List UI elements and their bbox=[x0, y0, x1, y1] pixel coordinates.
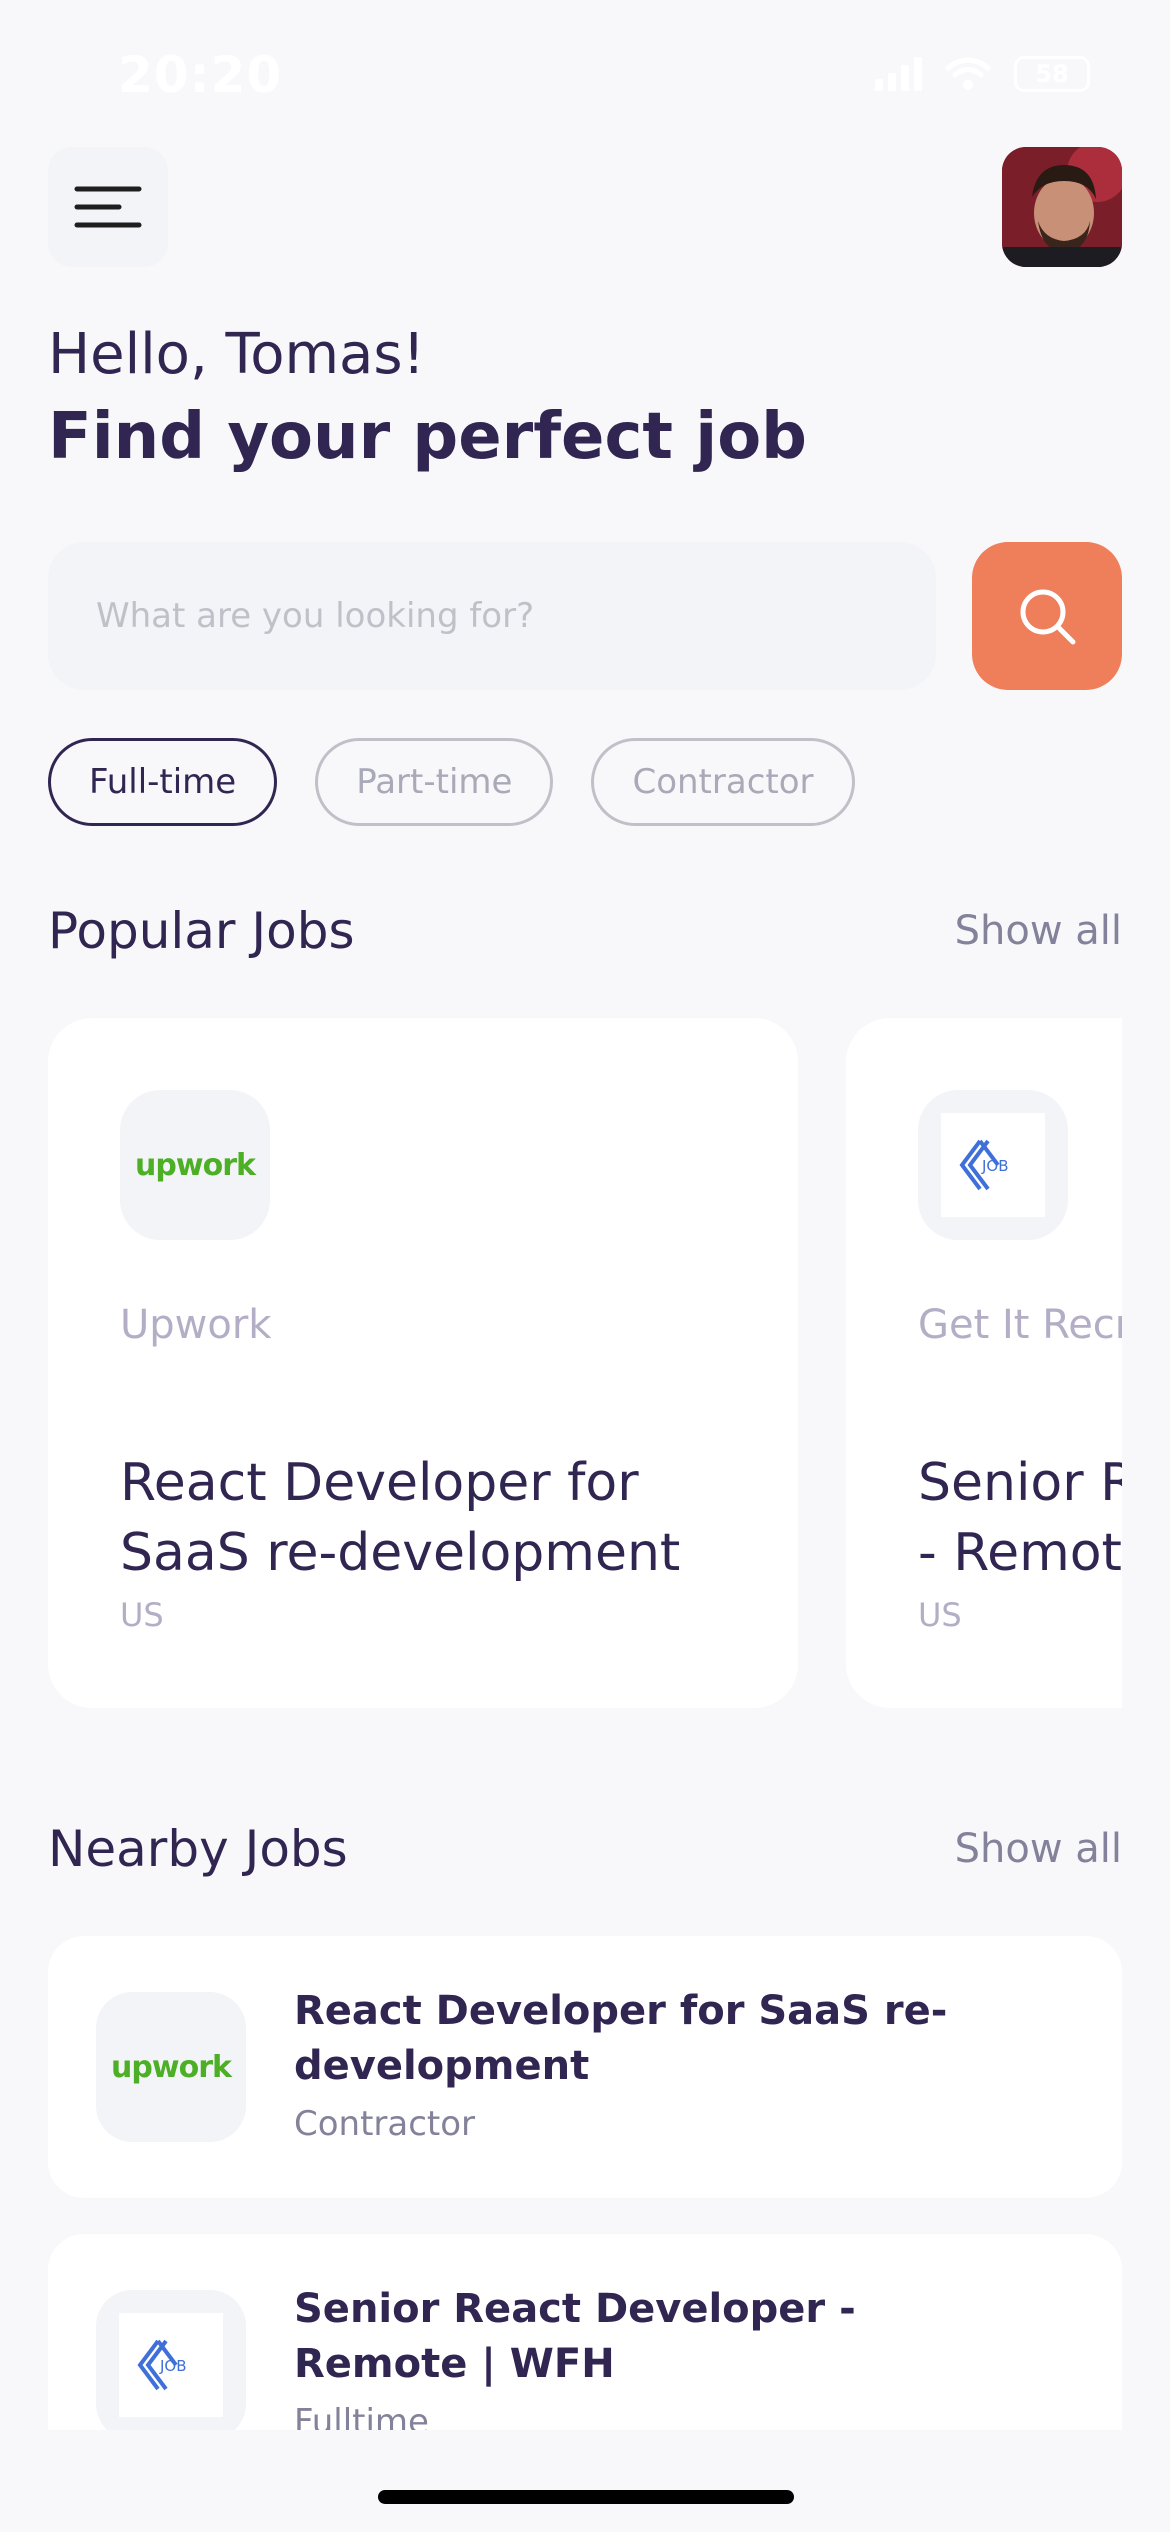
popular-job-card[interactable]: JOB Get It Recruit Senior React Develope… bbox=[846, 1018, 1122, 1708]
hamburger-menu-icon bbox=[74, 186, 142, 228]
tab-full-time[interactable]: Full-time bbox=[48, 738, 278, 826]
job-title-line: SaaS re-development bbox=[120, 1523, 681, 1583]
wifi-icon bbox=[945, 57, 991, 90]
job-title: Senior React Developer - Remote | WFH bbox=[294, 2286, 856, 2387]
job-title: Senior React Developer - Remote | WFH bbox=[918, 1448, 1122, 1588]
battery-icon: 58 bbox=[1014, 56, 1090, 92]
nearby-jobs-title: Nearby Jobs bbox=[48, 1820, 348, 1878]
job-logo: JOB bbox=[941, 1113, 1045, 1217]
nearby-job-card[interactable]: JOB Senior React Developer - Remote | WF… bbox=[48, 2234, 1122, 2430]
job-type: Fulltime bbox=[294, 2402, 429, 2430]
job-title: React Developer for SaaS re-development bbox=[294, 1988, 948, 2089]
greeting-text: Hello, Tomas! bbox=[48, 322, 425, 387]
job-title-line: React Developer for bbox=[120, 1453, 639, 1513]
popular-jobs-title: Popular Jobs bbox=[48, 902, 355, 960]
job-location: US bbox=[120, 1596, 164, 1634]
nearby-show-all-link[interactable]: Show all bbox=[955, 1826, 1122, 1872]
job-logo-text: JOB bbox=[981, 1157, 1009, 1175]
popular-jobs-carousel[interactable]: upwork Upwork React Developer for SaaS r… bbox=[48, 1018, 1122, 1708]
job-logo: JOB bbox=[119, 2313, 223, 2417]
job-type-tabs: Full-time Part-time Contractor bbox=[48, 738, 855, 826]
nearby-jobs-list: upwork React Developer for SaaS re-devel… bbox=[48, 1936, 1122, 2430]
tab-part-time[interactable]: Part-time bbox=[315, 738, 554, 826]
search-input[interactable] bbox=[48, 542, 936, 690]
job-location: US bbox=[918, 1596, 962, 1634]
status-icons: 58 bbox=[875, 56, 1090, 92]
nearby-job-card[interactable]: upwork React Developer for SaaS re-devel… bbox=[48, 1936, 1122, 2198]
menu-button[interactable] bbox=[48, 147, 168, 267]
job-title-line: Senior React Developer bbox=[918, 1453, 1122, 1513]
company-name: Get It Recruit bbox=[918, 1302, 1122, 1348]
job-logo-text: JOB bbox=[159, 2357, 187, 2375]
company-name: Upwork bbox=[120, 1302, 272, 1348]
upwork-logo: upwork bbox=[135, 1147, 256, 1183]
job-type: Contractor bbox=[294, 2104, 476, 2144]
job-logo-icon: JOB bbox=[137, 2339, 187, 2391]
status-time: 20:20 bbox=[118, 46, 283, 104]
company-logo: JOB bbox=[918, 1090, 1068, 1240]
job-title: React Developer for SaaS re-development bbox=[120, 1448, 760, 1588]
job-logo-icon: JOB bbox=[959, 1139, 1009, 1191]
page-title: Find your perfect job bbox=[48, 400, 807, 474]
company-logo: upwork bbox=[96, 1992, 246, 2142]
company-logo: upwork bbox=[120, 1090, 270, 1240]
search-button[interactable] bbox=[972, 542, 1122, 690]
profile-avatar[interactable] bbox=[1002, 147, 1122, 267]
popular-job-card[interactable]: upwork Upwork React Developer for SaaS r… bbox=[48, 1018, 798, 1708]
company-logo: JOB bbox=[96, 2290, 246, 2430]
job-title-line: - Remote | WFH bbox=[918, 1523, 1122, 1583]
avatar-photo bbox=[1002, 147, 1122, 267]
upwork-logo: upwork bbox=[111, 2049, 232, 2085]
home-indicator[interactable] bbox=[378, 2490, 794, 2504]
cellular-signal-icon bbox=[875, 57, 922, 91]
job-finder-screen: 20:20 58 Hello, Tomas! Find your perfect… bbox=[0, 0, 1170, 2532]
status-bar: 20:20 58 bbox=[0, 0, 1170, 140]
tab-contractor[interactable]: Contractor bbox=[591, 738, 855, 826]
popular-show-all-link[interactable]: Show all bbox=[955, 908, 1122, 954]
search-icon bbox=[1020, 589, 1076, 645]
